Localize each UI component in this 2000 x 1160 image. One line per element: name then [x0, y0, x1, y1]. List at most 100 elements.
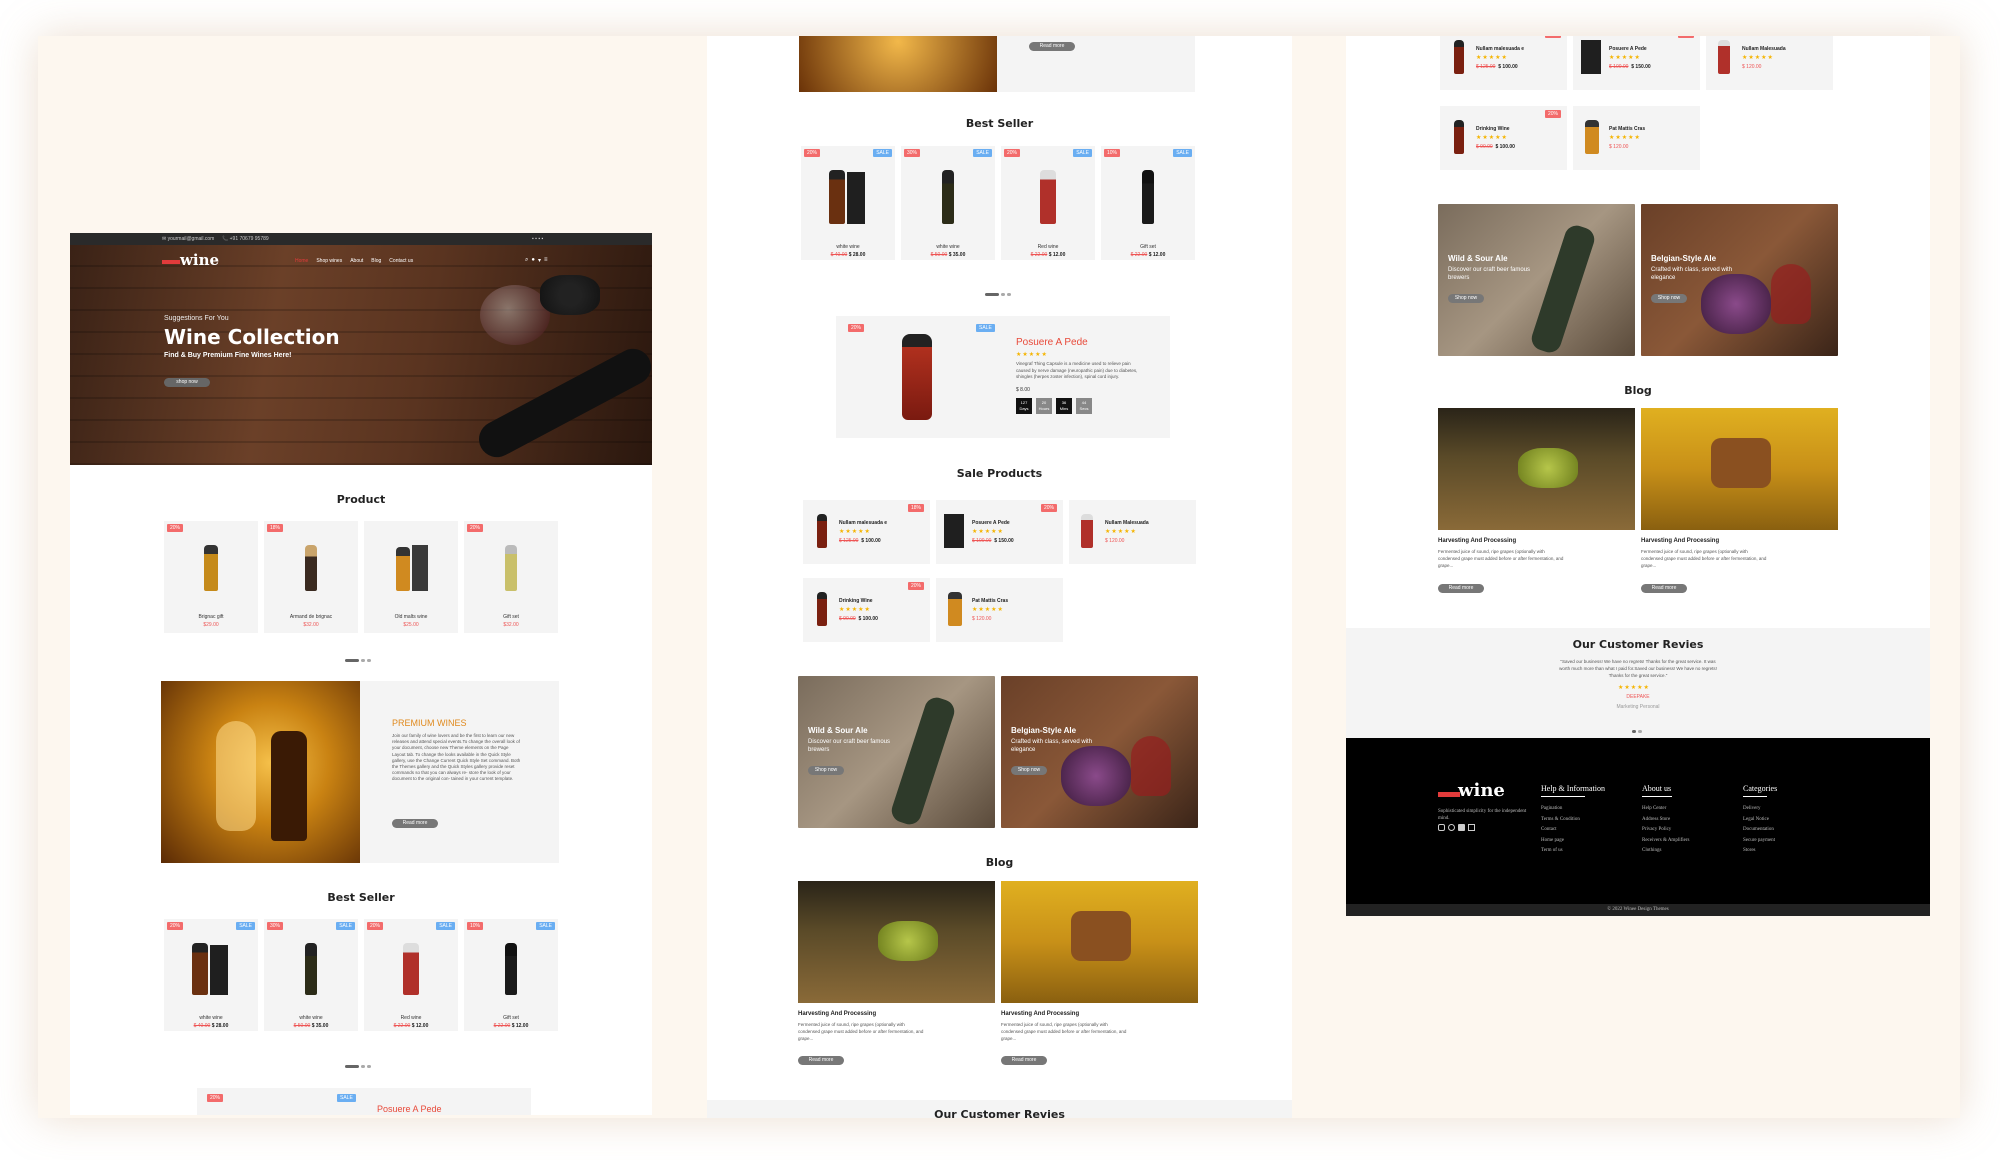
footer-link[interactable]: Secure payment	[1743, 836, 1775, 847]
footer-link[interactable]: Clothings	[1642, 846, 1690, 857]
footer-link[interactable]: Contact	[1541, 825, 1580, 836]
pinterest-icon[interactable]	[1448, 824, 1455, 831]
blog-post-title[interactable]: Harvesting And Processing	[1641, 538, 1719, 544]
carousel-dots[interactable]	[985, 283, 1013, 296]
sale-product-card[interactable]: 20% Posuere A Pede ★★★★★ $ 100.00 $ 150.…	[1573, 36, 1700, 90]
blog-image[interactable]	[1001, 881, 1198, 1003]
product-name[interactable]: Pat Mattis Cras	[972, 598, 1008, 604]
banner-shop-button[interactable]: Shop now	[1011, 766, 1047, 775]
footer-link[interactable]: Address Store	[1642, 815, 1690, 826]
deal-card[interactable]: 20% SALE Posuere A Pede ★★★★★ Vinegraf T…	[836, 316, 1170, 438]
blog-post-title[interactable]: Harvesting And Processing	[798, 1011, 876, 1017]
promo-banner-wild-sour[interactable]: Wild & Sour Ale Discover our craft beer …	[1438, 204, 1635, 356]
product-name[interactable]: Armand de brignac	[264, 614, 358, 620]
product-name[interactable]: Nullam Malesuada	[1742, 46, 1786, 52]
hero-shop-button[interactable]: shop now	[164, 378, 210, 387]
product-name[interactable]: Nullam malesuada e	[839, 520, 887, 526]
product-name[interactable]: white wine	[901, 244, 995, 250]
best-seller-card[interactable]: 20% SALE Red wine $ 22.00 $ 12.00	[1001, 146, 1095, 260]
blog-read-more[interactable]: Read more	[1001, 1056, 1047, 1065]
sale-product-card[interactable]: Pat Mattis Cras ★★★★★ $ 120.00	[1573, 106, 1700, 170]
product-card[interactable]: 18% Armand de brignac $32.00	[264, 521, 358, 633]
banner-shop-button[interactable]: Shop now	[1651, 294, 1687, 303]
footer-link[interactable]: Documentation	[1743, 825, 1775, 836]
sale-product-card[interactable]: 20% Drinking Wine ★★★★★ $ 90.00 $ 100.00	[1440, 106, 1567, 170]
premium-read-more[interactable]: Read more	[1029, 42, 1075, 51]
best-seller-card[interactable]: 20% SALE Red wine $ 22.00 $ 12.00	[364, 919, 458, 1031]
nav-home[interactable]: Home	[295, 258, 308, 264]
blog-post-title[interactable]: Harvesting And Processing	[1001, 1011, 1079, 1017]
blog-read-more[interactable]: Read more	[798, 1056, 844, 1065]
blog-image[interactable]	[1641, 408, 1838, 530]
best-seller-card[interactable]: 20% SALE white wine $ 40.00 $ 28.00	[801, 146, 895, 260]
product-name[interactable]: Nullam malesuada e	[1476, 46, 1524, 52]
user-icon[interactable]: ●	[531, 257, 535, 264]
search-icon[interactable]: ⌕	[525, 257, 528, 264]
sale-product-card[interactable]: Nullam Malesuada ★★★★★ $ 120.00	[1069, 500, 1196, 564]
best-seller-card[interactable]: 10% SALE Gift set $ 22.00 $ 12.00	[1101, 146, 1195, 260]
product-name[interactable]: Drinking Wine	[1476, 126, 1510, 132]
nav-contact[interactable]: Contact us	[389, 258, 413, 264]
footer-link[interactable]: Terms & Condition	[1541, 815, 1580, 826]
footer-link[interactable]: Term of us	[1541, 846, 1580, 857]
blog-image[interactable]	[798, 881, 995, 1003]
facebook-icon[interactable]	[1458, 824, 1465, 831]
product-name[interactable]: white wine	[164, 1015, 258, 1021]
site-logo[interactable]: wine	[162, 251, 222, 269]
blog-read-more[interactable]: Read more	[1438, 584, 1484, 593]
footer-link[interactable]: Delivery	[1743, 804, 1775, 815]
product-name[interactable]: Gift set	[464, 614, 558, 620]
sale-product-card[interactable]: 18% Nullam malesuada e ★★★★★ $ 125.00 $ …	[803, 500, 930, 564]
footer-logo[interactable]: wine	[1438, 780, 1508, 802]
footer-link[interactable]: Pagination	[1541, 804, 1580, 815]
blog-post-title[interactable]: Harvesting And Processing	[1438, 538, 1516, 544]
carousel-dots[interactable]	[345, 1055, 373, 1068]
blog-read-more[interactable]: Read more	[1641, 584, 1687, 593]
footer-link[interactable]: Privacy Policy	[1642, 825, 1690, 836]
product-name[interactable]: Drinking Wine	[839, 598, 873, 604]
product-card[interactable]: 20% Gift set $32.00	[464, 521, 558, 633]
sale-product-card[interactable]: 20% Posuere A Pede ★★★★★ $ 100.00 $ 150.…	[936, 500, 1063, 564]
promo-banner-belgian[interactable]: Belgian-Style Ale Crafted with class, se…	[1641, 204, 1838, 356]
product-name[interactable]: Pat Mattis Cras	[1609, 126, 1645, 132]
nav-blog[interactable]: Blog	[371, 258, 381, 264]
product-name[interactable]: Nullam Malesuada	[1105, 520, 1149, 526]
best-seller-card[interactable]: 30% SALE white wine $ 50.00 $ 35.00	[901, 146, 995, 260]
social-icons[interactable]: ▪ ▪ ▪ ▪	[532, 236, 543, 242]
product-name[interactable]: Posuere A Pede	[972, 520, 1010, 526]
nav-about[interactable]: About	[350, 258, 363, 264]
product-name[interactable]: Gift set	[464, 1015, 558, 1021]
product-name[interactable]: white wine	[264, 1015, 358, 1021]
banner-shop-button[interactable]: Shop now	[808, 766, 844, 775]
banner-shop-button[interactable]: Shop now	[1448, 294, 1484, 303]
footer-link[interactable]: Receivers & Amplifiers	[1642, 836, 1690, 847]
sale-product-card[interactable]: Nullam Malesuada ★★★★★ $ 120.00	[1706, 36, 1833, 90]
menu-icon[interactable]: ≡	[544, 257, 548, 264]
linkedin-icon[interactable]	[1468, 824, 1475, 831]
instagram-icon[interactable]	[1438, 824, 1445, 831]
promo-banner-belgian[interactable]: Belgian-Style Ale Crafted with class, se…	[1001, 676, 1198, 828]
product-card[interactable]: 20% Brignac gift $29.00	[164, 521, 258, 633]
product-name[interactable]: Brignac gift	[164, 614, 258, 620]
product-name[interactable]: Old malts wine	[364, 614, 458, 620]
best-seller-card[interactable]: 10% SALE Gift set $ 22.00 $ 12.00	[464, 919, 558, 1031]
footer-link[interactable]: Stores	[1743, 846, 1775, 857]
carousel-dots[interactable]	[345, 649, 373, 662]
promo-banner-wild-sour[interactable]: Wild & Sour Ale Discover our craft beer …	[798, 676, 995, 828]
product-name[interactable]: Posuere A Pede	[1609, 46, 1647, 52]
sale-product-card[interactable]: Pat Mattis Cras ★★★★★ $ 120.00	[936, 578, 1063, 642]
sale-product-card[interactable]: 20% Drinking Wine ★★★★★ $ 90.00 $ 100.00	[803, 578, 930, 642]
product-name[interactable]: Red wine	[1001, 244, 1095, 250]
nav-shop[interactable]: Shop wines	[316, 258, 342, 264]
product-name[interactable]: Red wine	[364, 1015, 458, 1021]
footer-link[interactable]: Legal Notice	[1743, 815, 1775, 826]
product-card[interactable]: Old malts wine $25.00	[364, 521, 458, 633]
best-seller-card[interactable]: 20% SALE white wine $ 40.00 $ 28.00	[164, 919, 258, 1031]
premium-read-more[interactable]: Read more	[392, 819, 438, 828]
sale-product-card[interactable]: 18% Nullam malesuada e ★★★★★ $ 125.00 $ …	[1440, 36, 1567, 90]
best-seller-card[interactable]: 30% SALE white wine $ 50.00 $ 35.00	[264, 919, 358, 1031]
blog-image[interactable]	[1438, 408, 1635, 530]
cart-icon[interactable]: ▾	[538, 257, 541, 264]
topbar-phone[interactable]: 📞 +91 70679 95789	[222, 236, 269, 242]
product-name[interactable]: white wine	[801, 244, 895, 250]
